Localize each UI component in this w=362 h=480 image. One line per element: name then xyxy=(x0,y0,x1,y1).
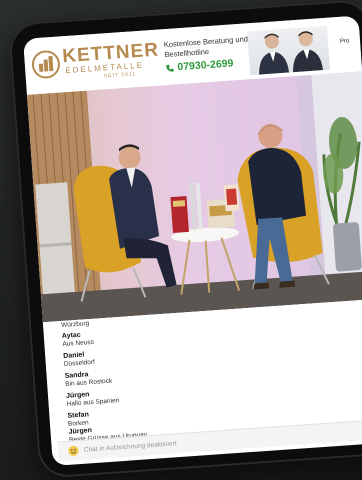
logo-icon xyxy=(31,50,60,79)
chat-message: Aytac Aus Neuss xyxy=(62,331,94,348)
menu-item[interactable]: Pro xyxy=(340,38,350,45)
phone-number[interactable]: 07930-2699 xyxy=(177,57,234,73)
hotline-phone[interactable]: 07930-2699 xyxy=(165,57,234,74)
advisor-avatar xyxy=(293,31,323,73)
chat-message: Sandra Bin aus Rostock xyxy=(64,370,112,388)
brand-since: SEIT 2011 xyxy=(103,71,137,80)
ipad-device: KETTNER EDELMETALLE SEIT 2011 Kostenlose… xyxy=(8,0,362,479)
chat-text: Aus Neuss xyxy=(62,338,95,348)
chat-placeholder: Chat in Aufzeichnung deaktiviert xyxy=(83,440,177,454)
advisor-avatar xyxy=(259,33,290,75)
live-chat: Würzburg Aytac Aus Neuss Daniel Düsseldo… xyxy=(42,298,362,444)
chat-partial-location: Würzburg xyxy=(60,320,90,330)
chat-message: Daniel Düsseldorf xyxy=(63,351,96,368)
ipad-screen: KETTNER EDELMETALLE SEIT 2011 Kostenlose… xyxy=(23,15,362,466)
chat-message: Jürgen Hallo aus Spanien xyxy=(66,389,120,408)
emoji-icon[interactable] xyxy=(68,445,80,457)
advisors-photo xyxy=(247,25,330,76)
video-frame xyxy=(26,71,362,323)
hotline-title: Kostenlose Beratung und Bestellhotline xyxy=(163,34,249,60)
phone-icon xyxy=(166,64,174,72)
chat-text: Düsseldorf xyxy=(63,358,96,368)
chat-message: Stefan Borken xyxy=(67,411,89,427)
video-player[interactable] xyxy=(26,71,362,323)
